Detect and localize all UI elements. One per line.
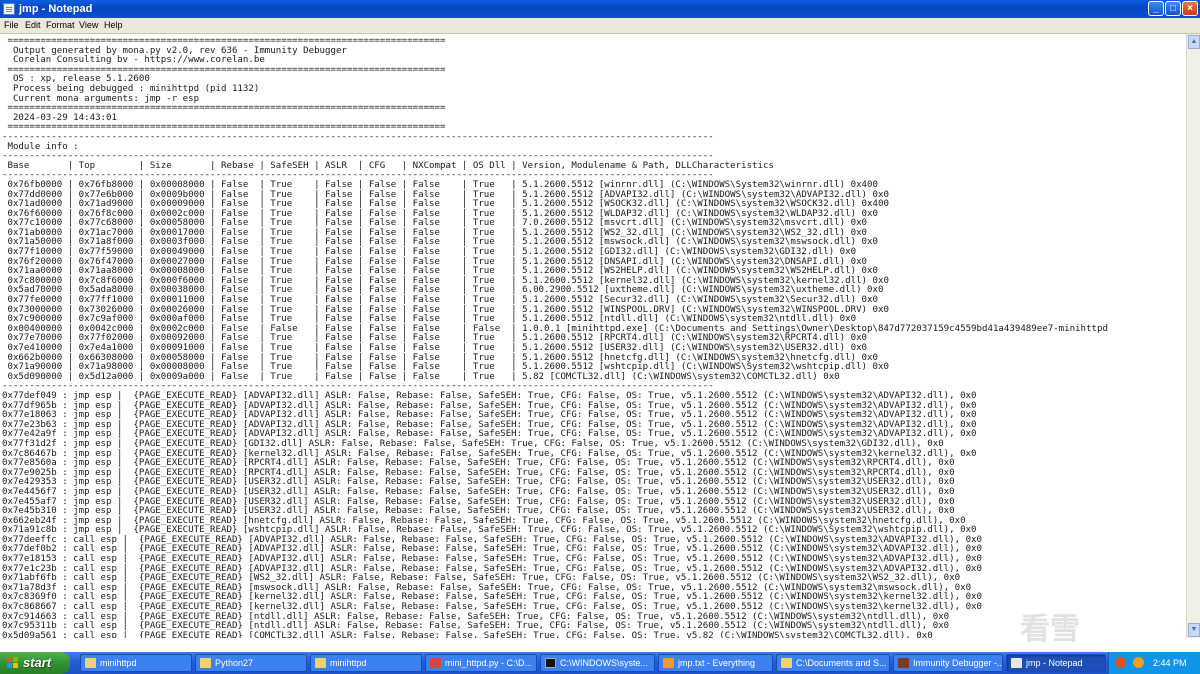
menu-help[interactable]: Help [104, 20, 123, 31]
vertical-scrollbar[interactable]: ▲ ▼ [1186, 34, 1200, 638]
taskbar-item-everything[interactable]: jmp.txt - Everything [658, 654, 773, 672]
scroll-down-button[interactable]: ▼ [1188, 623, 1200, 637]
menu-format[interactable]: Format [46, 20, 75, 31]
taskbar-item-python27[interactable]: Python27 [195, 654, 307, 672]
clock: 2:44 PM [1153, 658, 1187, 668]
search-icon [663, 658, 674, 668]
taskbar: start minihttpd Python27 minihttpd mini_… [0, 652, 1200, 674]
taskbar-item-minihttpd-2[interactable]: minihttpd [310, 654, 422, 672]
security-alert-icon[interactable] [1115, 657, 1126, 668]
taskbar-item-immunity-debugger[interactable]: Immunity Debugger -... [893, 654, 1003, 672]
taskbar-item-cmd[interactable]: C:\WINDOWS\syste... [540, 654, 655, 672]
taskbar-item-minihttpd[interactable]: minihttpd [80, 654, 192, 672]
start-label: start [23, 655, 52, 670]
search-icon[interactable] [1133, 657, 1144, 668]
taskbar-item-documents-folder[interactable]: C:\Documents and S... [776, 654, 890, 672]
taskbar-item-mini-httpd-py[interactable]: mini_httpd.py - C:\D... [425, 654, 537, 672]
notepad-icon [1011, 658, 1022, 668]
window-title-bar[interactable]: jmp - Notepad _ □ × [0, 0, 1200, 18]
menu-file[interactable]: File [4, 20, 19, 31]
debugger-icon [898, 658, 909, 668]
text-editor-area[interactable]: ========================================… [0, 34, 1186, 638]
maximize-button[interactable]: □ [1165, 1, 1181, 16]
menu-view[interactable]: View [79, 20, 98, 31]
window-title: jmp - Notepad [19, 3, 93, 15]
folder-icon [85, 658, 96, 668]
html-file-icon [430, 658, 441, 668]
taskbar-item-jmp-notepad[interactable]: jmp - Notepad [1006, 654, 1106, 672]
folder-icon [781, 658, 792, 668]
folder-icon [200, 658, 211, 668]
notepad-icon [3, 3, 15, 15]
menu-edit[interactable]: Edit [25, 20, 41, 31]
scroll-up-button[interactable]: ▲ [1188, 35, 1200, 49]
folder-icon [315, 658, 326, 668]
windows-logo-icon [7, 657, 19, 669]
cmd-icon [545, 658, 556, 668]
watermark: 看雪 [1020, 613, 1080, 646]
minimize-button[interactable]: _ [1148, 1, 1164, 16]
menu-bar: File Edit Format View Help [0, 18, 1200, 34]
start-button[interactable]: start [0, 652, 70, 674]
editor-text: ========================================… [2, 36, 1108, 638]
system-tray: 2:44 PM [1108, 652, 1200, 674]
close-button[interactable]: × [1182, 1, 1198, 16]
